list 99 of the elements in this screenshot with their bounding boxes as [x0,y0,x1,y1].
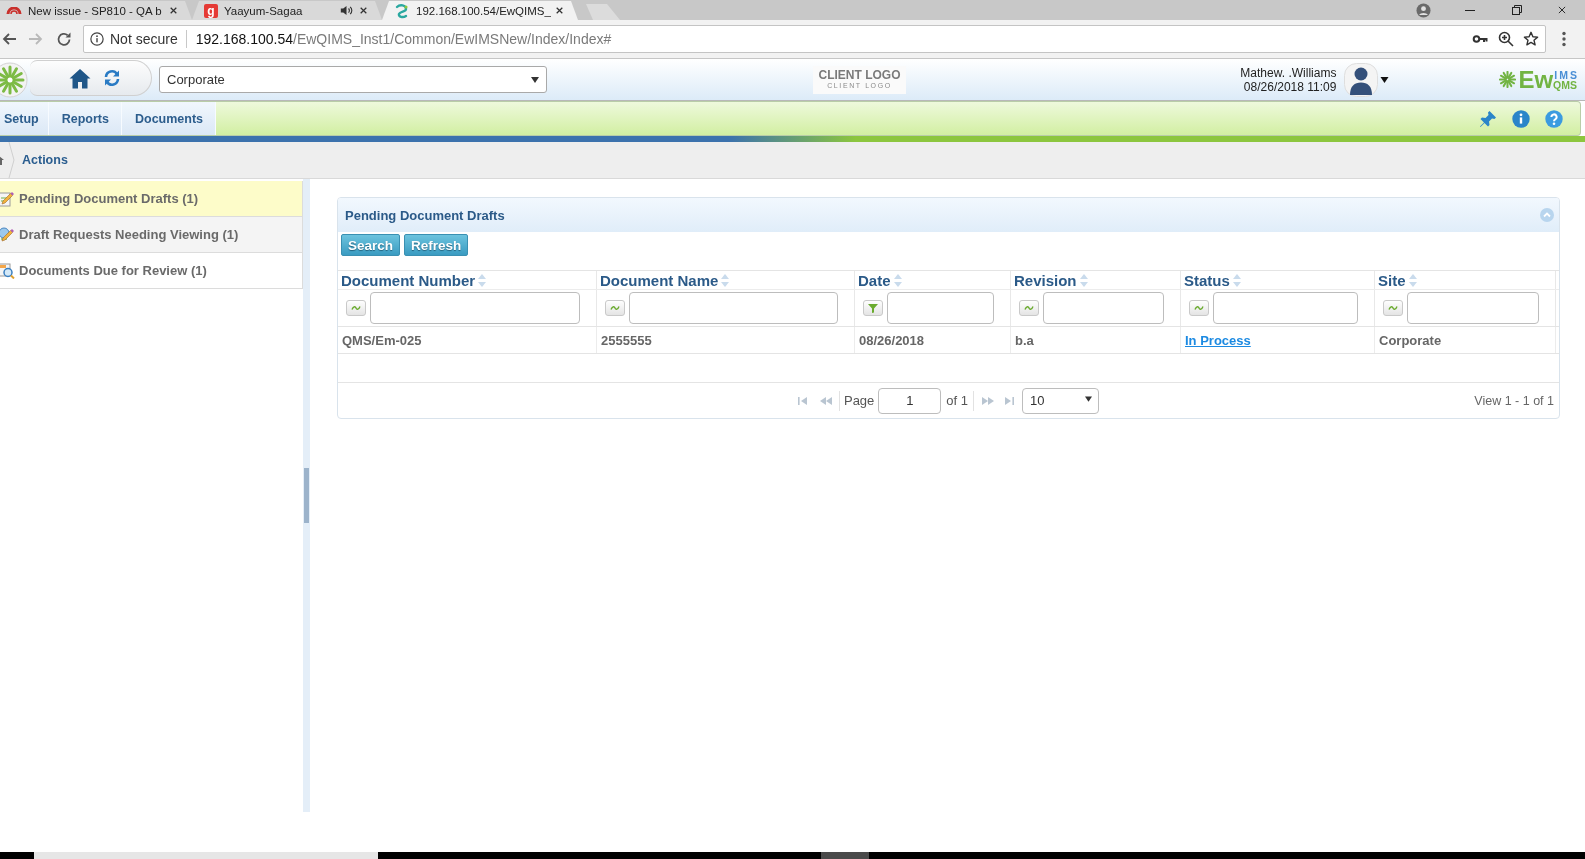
home-icon[interactable] [0,155,4,165]
caret-icon [531,76,539,83]
avatar-icon[interactable] [1344,62,1379,97]
site-select[interactable]: Corporate [159,66,547,93]
menu-tab[interactable]: Setup [0,102,49,135]
splitter-handle[interactable] [304,468,309,523]
page-size-select[interactable]: 10 [1022,387,1100,414]
login-datetime: 08/26/2018 11:09 [1243,79,1337,94]
close-icon[interactable] [555,6,564,15]
column-header[interactable]: Site [1375,271,1556,289]
favicon-tile: g [204,3,218,18]
user-name: Mathew. .Williams [1240,65,1337,80]
client-logo-title: CLIENT LOGO [818,69,901,82]
tilde-icon [1024,305,1034,311]
table-cell: Corporate [1375,327,1556,353]
page-label: Page [843,393,875,408]
column-header[interactable]: Document Name [597,271,855,289]
reload-icon[interactable] [56,31,72,47]
logo-superscript: IMS [1554,69,1579,80]
browser-tab[interactable]: New issue - SP810 - QA b [0,1,192,20]
tilde-icon [1388,305,1398,311]
filter-button[interactable] [1019,300,1039,316]
refresh-icon[interactable] [103,69,121,87]
page-field[interactable]: 1 [878,387,942,414]
close-icon[interactable] [1557,5,1567,15]
sort-icon[interactable] [478,273,487,287]
status-link[interactable]: In Process [1185,332,1251,348]
sort-icon[interactable] [893,273,902,287]
sort-icon[interactable] [1079,273,1088,287]
star-icon[interactable] [1523,31,1539,47]
sort-icon[interactable] [1408,273,1417,287]
sidebar-item[interactable]: Pending Document Drafts (1) [0,181,303,217]
filter-field[interactable] [887,292,994,324]
swirl-icon [394,2,410,19]
filter-field[interactable] [629,292,838,324]
arch-icon [6,6,22,15]
filter-field[interactable] [1407,292,1539,324]
kebab-menu-icon[interactable] [1562,31,1566,47]
tilde-icon [1194,305,1204,311]
profile-icon[interactable] [1416,2,1431,18]
filter-button[interactable] [1383,300,1403,316]
table-cell: 2555555 [597,327,855,353]
filter-button[interactable] [1189,300,1209,316]
sort-icon[interactable] [721,273,730,287]
filter-field[interactable] [1213,292,1358,324]
filter-button[interactable] [863,300,883,316]
menu-tab[interactable]: Reports [48,102,122,135]
previous-page-icon[interactable] [819,395,832,406]
sparkle-logo-icon [1499,71,1517,88]
info-icon[interactable] [90,32,104,46]
close-icon[interactable] [169,6,178,15]
browser-tab[interactable]: g Yaayum-Sagaa [192,1,382,20]
zoom-icon[interactable] [1498,31,1514,47]
sidebar-item[interactable]: Documents Due for Review (1) [0,253,303,289]
tilde-icon [610,305,620,311]
tilde-icon [351,305,361,311]
pencil-circle-icon [0,226,15,243]
column-header[interactable]: Document Number [338,271,597,289]
restore-icon[interactable] [1512,5,1522,15]
page-count: of 1 [946,393,969,408]
column-header[interactable]: Revision [1011,271,1181,289]
filter-button[interactable] [605,300,625,316]
home-icon[interactable] [69,67,91,89]
first-page-icon[interactable] [797,395,808,406]
collapse-icon[interactable] [1540,208,1554,222]
help-icon[interactable] [1545,109,1563,128]
close-icon[interactable] [359,6,368,15]
info-icon[interactable] [1512,109,1530,128]
sort-icon[interactable] [1232,273,1241,287]
next-page-icon[interactable] [982,395,995,406]
panel-title: Pending Document Drafts [345,207,505,223]
caret-icon[interactable] [1380,76,1390,83]
breadcrumb-item[interactable]: Actions [22,153,68,167]
menu-tab[interactable]: Documents [121,102,217,135]
caret-icon [1085,395,1093,402]
table-cell: b.a [1011,327,1181,353]
pencil-document-icon [0,190,15,207]
sidebar-item[interactable]: Draft Requests Needing Viewing (1) [0,217,303,253]
column-header[interactable]: Status [1181,271,1375,289]
record-summary: View 1 - 1 of 1 [1474,393,1555,408]
url-text[interactable]: 192.168.100.54/EwQIMS_Inst1/Common/EwIMSNew/Index/Index# [195,31,612,47]
table-cell: QMS/Em-025 [338,327,597,353]
table-cell: 08/26/2018 [855,327,1011,353]
filter-field[interactable] [370,292,580,324]
splitter[interactable] [303,179,310,812]
last-page-icon[interactable] [1004,395,1015,406]
back-arrow-icon[interactable] [1,31,17,47]
funnel-icon [868,303,878,313]
sparkle-logo-icon[interactable] [0,61,28,98]
pin-icon[interactable] [1479,109,1497,128]
filter-field[interactable] [1043,292,1164,324]
address-bar[interactable]: Not secure 192.168.100.54/EwQIMS_Inst1/Common/EwIMSNew/Index/Index# [83,25,1546,53]
browser-tab[interactable]: 192.168.100.54/EwQIMS_ [382,1,578,20]
column-header[interactable]: Date [855,271,1011,289]
logo-wordmark: Ew [1518,67,1554,92]
security-label[interactable]: Not secure [110,31,178,47]
speaker-icon[interactable] [340,4,353,17]
filter-button[interactable] [346,300,366,316]
logo-subscript: QMS [1553,79,1577,90]
